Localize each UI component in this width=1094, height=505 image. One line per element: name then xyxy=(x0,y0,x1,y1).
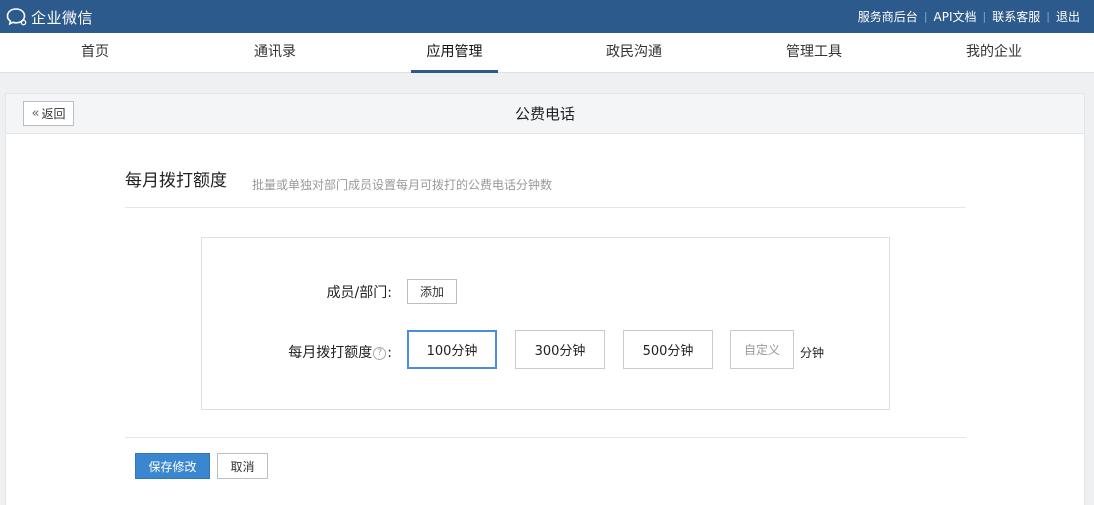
quota-unit: 分钟 xyxy=(800,346,825,360)
divider xyxy=(125,207,966,208)
tab-gov-communication[interactable]: 政民沟通 xyxy=(594,33,674,73)
quota-label: 每月拨打额度?: xyxy=(242,342,392,362)
quota-option-100[interactable]: 100分钟 xyxy=(407,330,497,369)
tab-app-management[interactable]: 应用管理 xyxy=(411,33,498,73)
link-contact-support[interactable]: 联系客服 xyxy=(986,8,1046,25)
add-member-button[interactable]: 添加 xyxy=(407,279,457,304)
quota-label-colon: : xyxy=(387,345,392,361)
tab-contacts[interactable]: 通讯录 xyxy=(235,33,315,73)
tab-my-company[interactable]: 我的企业 xyxy=(954,33,1034,73)
main-nav: 首页 通讯录 应用管理 政民沟通 管理工具 我的企业 xyxy=(0,33,1094,73)
tab-home[interactable]: 首页 xyxy=(55,33,135,73)
quota-option-300[interactable]: 300分钟 xyxy=(515,330,605,369)
content-card: 公费电话 « 返回 每月拨打额度 批量或单独对部门成员设置每月可拨打的公费电话分… xyxy=(5,93,1085,505)
wecom-logo-icon xyxy=(6,8,27,26)
section-title: 每月拨打额度 xyxy=(125,171,227,191)
quota-form: 成员/部门: 添加 每月拨打额度?: 100分钟 300分钟 500分钟 分钟 xyxy=(201,237,890,410)
card-header: 公费电话 « 返回 xyxy=(6,94,1084,134)
brand-name: 企业微信 xyxy=(31,8,94,27)
save-button[interactable]: 保存修改 xyxy=(135,453,210,479)
link-vendor-console[interactable]: 服务商后台 xyxy=(852,8,924,25)
back-button[interactable]: « 返回 xyxy=(23,101,74,126)
link-logout[interactable]: 退出 xyxy=(1050,8,1086,25)
member-label: 成员/部门: xyxy=(326,285,392,301)
cancel-button[interactable]: 取消 xyxy=(217,453,268,479)
top-links: 服务商后台 | API文档 | 联系客服 | 退出 xyxy=(852,0,1086,33)
page-title: 公费电话 xyxy=(514,105,575,123)
quota-label-text: 每月拨打额度 xyxy=(288,345,373,361)
brand[interactable]: 企业微信 xyxy=(6,6,93,28)
divider xyxy=(125,437,966,438)
link-api-docs[interactable]: API文档 xyxy=(928,8,983,25)
tab-management-tools[interactable]: 管理工具 xyxy=(774,33,854,73)
section-description: 批量或单独对部门成员设置每月可拨打的公费电话分钟数 xyxy=(252,178,553,192)
quota-option-500[interactable]: 500分钟 xyxy=(623,330,713,369)
back-button-label: 返回 xyxy=(41,107,66,121)
top-bar: 企业微信 服务商后台 | API文档 | 联系客服 | 退出 xyxy=(0,0,1094,33)
custom-quota-input[interactable] xyxy=(730,330,794,369)
question-circle-icon[interactable]: ? xyxy=(373,346,387,360)
double-chevron-left-icon: « xyxy=(31,106,40,121)
